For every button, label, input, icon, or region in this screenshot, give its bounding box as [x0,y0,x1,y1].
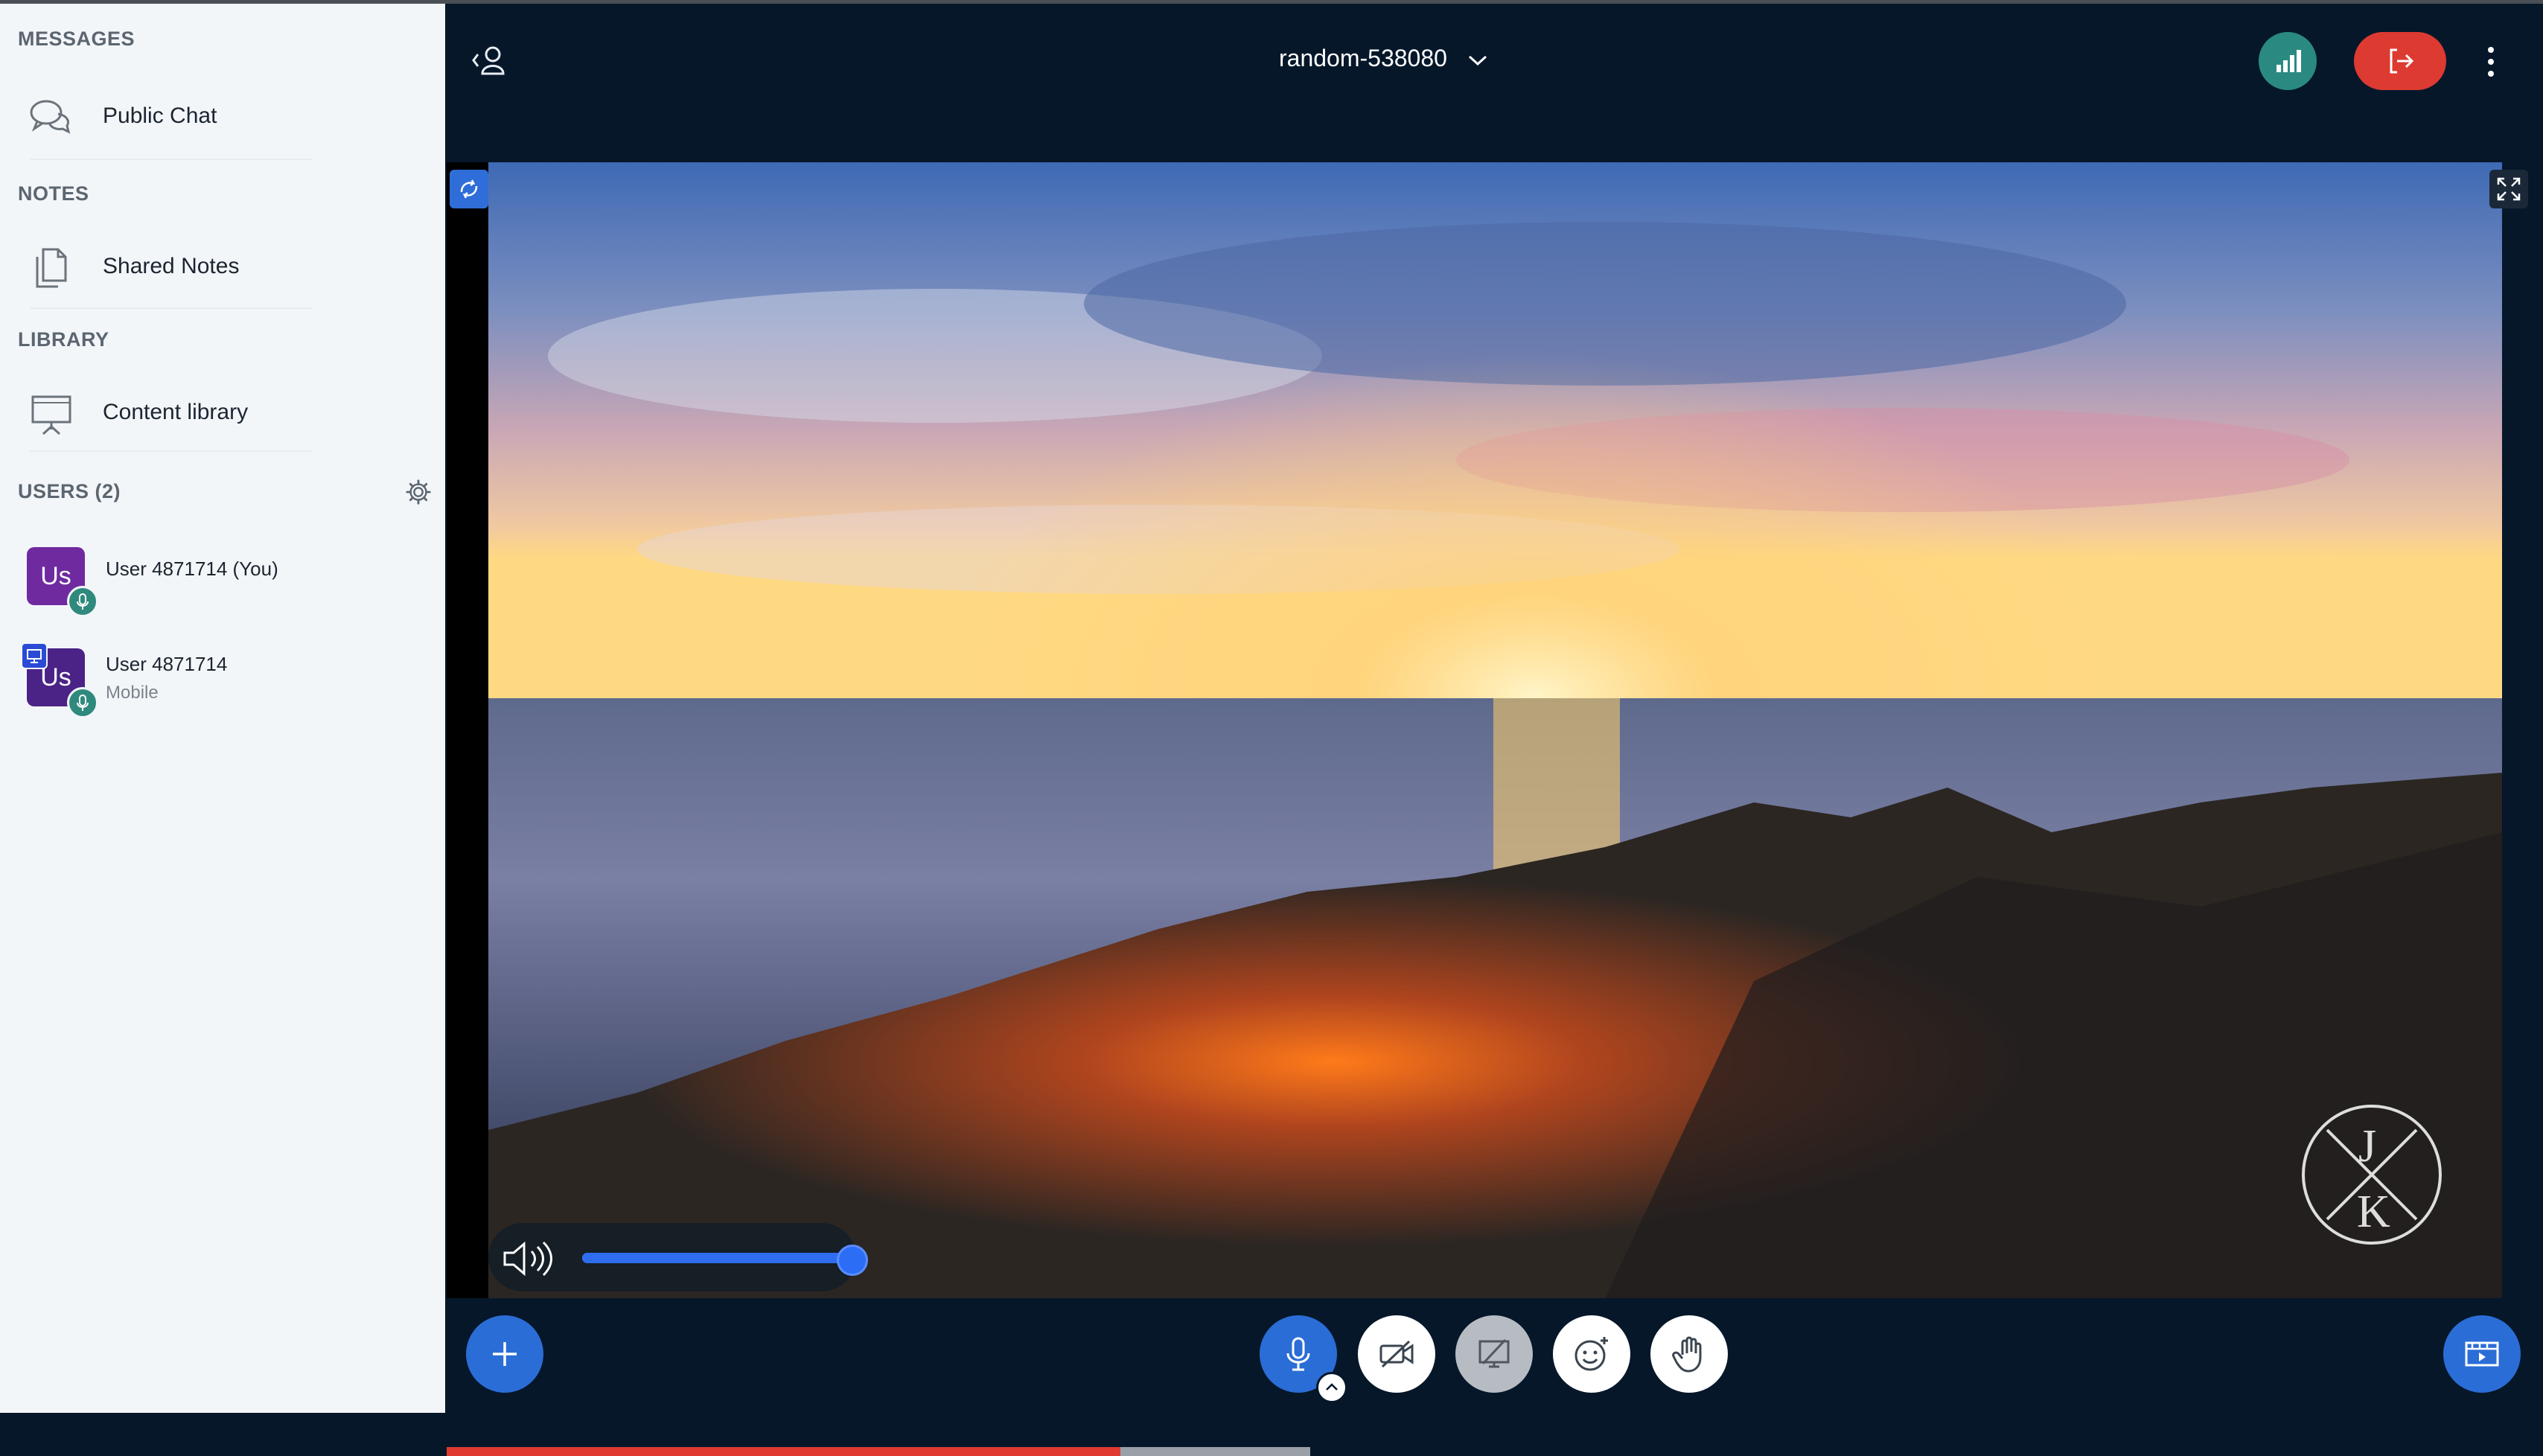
microphone-icon [1286,1337,1310,1371]
gear-icon[interactable] [404,478,433,506]
users-section-title: USERS (2) [18,480,121,502]
room-name-dropdown[interactable]: random-538080 [1279,45,1488,72]
sidebar-item-public-chat[interactable]: Public Chat [15,81,417,153]
camera-button[interactable] [1358,1315,1435,1393]
notes-section-title: NOTES [18,182,89,205]
room-name: random-538080 [1279,45,1447,71]
volume-slider-handle[interactable] [837,1245,868,1276]
sidebar-item-shared-notes[interactable]: Shared Notes [15,232,417,303]
user-name: User 4871714 [106,653,228,675]
microphone-icon [67,586,98,617]
user-name: User 4871714 (You) [106,558,278,580]
video-progress-bar[interactable] [447,1447,1310,1456]
sunset-seascape-image: J K [488,162,2502,1298]
leave-meeting-button[interactable] [2354,32,2446,90]
raise-hand-button[interactable] [1650,1315,1728,1393]
video-stage: J K [447,162,2528,1456]
chevron-down-icon [1468,55,1487,66]
actions-plus-button[interactable] [466,1315,543,1393]
microphone-button[interactable] [1260,1315,1347,1403]
video-progress-fill [447,1447,1120,1456]
sidebar-item-label: Shared Notes [103,254,240,278]
user-list-item[interactable]: Us User 4871714 (You) [22,541,424,617]
layout-button[interactable] [2443,1315,2521,1393]
user-list-item[interactable]: Us User 4871714 Mobile [21,642,424,718]
video-off-icon [1379,1340,1414,1368]
hand-icon [1672,1336,1702,1373]
divider [30,159,313,160]
svg-text:K: K [2357,1187,2390,1237]
divider [30,450,313,452]
presentation-board-icon [31,395,71,435]
sidebar-item-content-library[interactable]: Content library [15,377,417,449]
divider [30,307,313,309]
exit-icon [2390,48,2414,74]
main-area: random-538080 J K [445,4,2543,1456]
volume-slider[interactable] [582,1245,868,1276]
user-client-type: Mobile [106,683,159,703]
messages-section-title: MESSAGES [18,28,135,50]
smiley-icon [1574,1337,1608,1371]
document-icon [36,248,67,288]
speaker-icon[interactable] [500,1239,558,1278]
screenshare-button[interactable] [1455,1315,1533,1393]
volume-slider-fill [582,1253,850,1263]
audio-options-chevron-icon[interactable] [1316,1372,1347,1403]
plus-icon [493,1342,517,1366]
sidebar: MESSAGES Public Chat NOTES Shared Notes … [0,4,445,1413]
kebab-menu-icon[interactable] [2483,42,2498,81]
signal-bars-icon [2276,50,2301,72]
swap-icon[interactable] [450,170,488,208]
shared-video-frame[interactable]: J K [488,162,2502,1298]
presenter-icon [21,642,48,669]
microphone-icon [67,687,98,718]
chat-bubbles-icon [30,100,71,134]
sidebar-item-label: Public Chat [103,103,217,128]
reactions-button[interactable] [1553,1315,1630,1393]
sidebar-item-label: Content library [103,400,249,424]
volume-control [488,1223,868,1291]
connection-status-button[interactable] [2259,32,2317,90]
library-section-title: LIBRARY [18,328,109,351]
layout-icon [2465,1341,2499,1367]
screenshare-off-icon [1478,1338,1510,1368]
user-chevron-icon[interactable] [469,42,511,78]
svg-text:J: J [2358,1121,2376,1172]
fullscreen-icon[interactable] [2489,170,2528,208]
